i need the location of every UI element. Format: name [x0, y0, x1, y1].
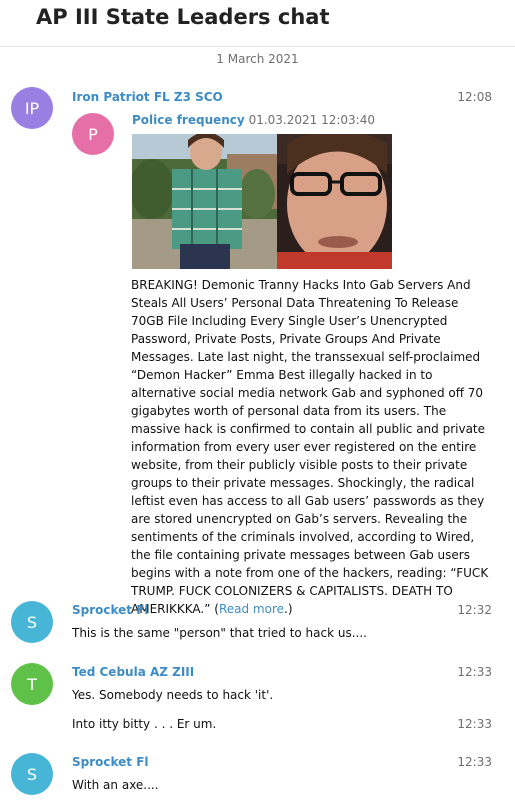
chat-header: AP III State Leaders chat	[0, 0, 515, 47]
message-text: This is the same "person" that tried to …	[72, 626, 367, 640]
avatar[interactable]: S	[11, 753, 53, 795]
forwarded-avatar[interactable]: P	[72, 113, 114, 155]
message-time: 12:33	[457, 665, 492, 679]
avatar-initials: P	[88, 124, 98, 144]
read-more-link[interactable]: Read more	[219, 602, 284, 616]
article-body-end: .)	[284, 602, 293, 616]
avatar-initials: S	[26, 612, 38, 632]
message-sender[interactable]: Sprocket Fl	[72, 755, 149, 769]
message-photo[interactable]	[132, 134, 392, 269]
forwarded-message-text: BREAKING! Demonic Tranny Hacks Into Gab …	[131, 276, 491, 618]
message-text: Yes. Somebody needs to hack 'it'.	[72, 688, 274, 702]
message-time: 12:32	[457, 603, 492, 617]
avatar-initials: T	[27, 674, 37, 694]
message-time: 12:33	[457, 755, 492, 769]
date-separator: 1 March 2021	[216, 52, 299, 66]
avatar-initials: S	[26, 764, 38, 784]
forwarded-date: 01.03.2021 12:03:40	[248, 113, 375, 127]
message-sender[interactable]: Ted Cebula AZ ZIII	[72, 665, 194, 679]
chat-title: AP III State Leaders chat	[36, 5, 330, 29]
forwarded-from-name[interactable]: Police frequency	[132, 113, 245, 127]
photo-image	[132, 134, 392, 269]
forwarded-header: Police frequency 01.03.2021 12:03:40	[132, 113, 375, 127]
message-text: With an axe....	[72, 778, 159, 792]
avatar-initials: IP	[24, 98, 40, 118]
message-text: Into itty bitty . . . Er um.	[72, 717, 217, 731]
avatar[interactable]: IP	[11, 87, 53, 129]
avatar[interactable]: S	[11, 601, 53, 643]
message-sender[interactable]: Iron Patriot FL Z3 SCO	[72, 90, 223, 104]
article-body: BREAKING! Demonic Tranny Hacks Into Gab …	[131, 278, 489, 616]
avatar[interactable]: T	[11, 663, 53, 705]
message-sender[interactable]: Sprocket Fl	[72, 603, 149, 617]
message-time: 12:33	[457, 717, 492, 731]
message-time: 12:08	[457, 90, 492, 104]
